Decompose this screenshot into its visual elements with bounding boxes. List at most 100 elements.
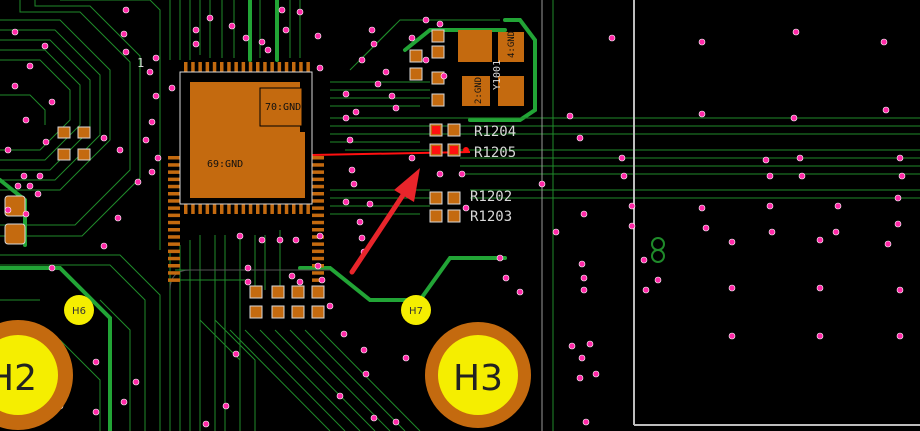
via bbox=[642, 286, 650, 294]
via bbox=[296, 8, 304, 16]
via bbox=[348, 166, 356, 174]
ic-pin bbox=[284, 204, 289, 214]
via bbox=[318, 276, 326, 284]
via bbox=[342, 198, 350, 206]
via bbox=[392, 418, 400, 426]
pcb-layout-canvas[interactable]: 70:GND 69:GND 1 Y1001 4:GND 2:GND R1204 … bbox=[0, 0, 920, 431]
via bbox=[628, 222, 636, 230]
via bbox=[654, 276, 662, 284]
ic-pin bbox=[205, 62, 210, 72]
via bbox=[236, 232, 244, 240]
via bbox=[342, 90, 350, 98]
via bbox=[408, 154, 416, 162]
via bbox=[578, 354, 586, 362]
via bbox=[896, 154, 904, 162]
via bbox=[832, 228, 840, 236]
ic-pin bbox=[198, 62, 202, 72]
via bbox=[766, 172, 774, 180]
via bbox=[816, 284, 824, 292]
via bbox=[768, 228, 776, 236]
ic-pin bbox=[168, 199, 180, 203]
via bbox=[882, 106, 890, 114]
via bbox=[244, 264, 252, 272]
via bbox=[884, 240, 892, 248]
via bbox=[392, 104, 400, 112]
ic-pin bbox=[292, 204, 296, 214]
mount-hole-h3[interactable]: H3 bbox=[425, 322, 531, 428]
via bbox=[762, 156, 770, 164]
crystal-refdes: Y1001 bbox=[492, 60, 503, 90]
via bbox=[296, 278, 304, 286]
ic-pin bbox=[168, 206, 180, 210]
via bbox=[790, 114, 798, 122]
via bbox=[222, 402, 230, 410]
ic-pin bbox=[168, 192, 180, 196]
refdes-r1204: R1204 bbox=[474, 124, 516, 140]
via bbox=[766, 202, 774, 210]
via bbox=[640, 256, 648, 264]
via bbox=[276, 236, 284, 244]
ic-pin bbox=[299, 62, 303, 72]
via bbox=[370, 40, 378, 48]
via bbox=[578, 260, 586, 268]
via bbox=[458, 170, 466, 178]
via bbox=[206, 14, 214, 22]
ic-pin bbox=[312, 156, 324, 160]
via bbox=[388, 92, 396, 100]
via bbox=[356, 218, 364, 226]
via bbox=[11, 82, 19, 90]
hole-h7-label: H7 bbox=[409, 306, 423, 317]
ic-pin bbox=[312, 271, 324, 275]
via bbox=[314, 32, 322, 40]
ic-pin bbox=[248, 62, 253, 72]
via bbox=[366, 200, 374, 208]
via bbox=[592, 370, 600, 378]
via bbox=[370, 414, 378, 422]
ic-pin bbox=[263, 204, 267, 214]
via bbox=[314, 262, 322, 270]
via bbox=[134, 178, 142, 186]
refdes-r1203: R1203 bbox=[470, 209, 512, 225]
ic-pin bbox=[168, 220, 180, 225]
ic-pin bbox=[312, 177, 324, 182]
ic-pin bbox=[168, 163, 180, 167]
ic-pin bbox=[168, 170, 180, 174]
via bbox=[22, 210, 30, 218]
via bbox=[336, 392, 344, 400]
via bbox=[374, 80, 382, 88]
via bbox=[436, 20, 444, 28]
ic-pin bbox=[312, 199, 324, 203]
ic-pin bbox=[306, 62, 310, 72]
via bbox=[566, 112, 574, 120]
via bbox=[258, 236, 266, 244]
via bbox=[798, 172, 806, 180]
ic-pin bbox=[168, 278, 180, 282]
ic-pin bbox=[168, 249, 180, 254]
via bbox=[496, 254, 504, 262]
via bbox=[228, 22, 236, 30]
mount-hole-h6[interactable]: H6 bbox=[64, 295, 94, 325]
via bbox=[538, 180, 546, 188]
ic-pin bbox=[312, 228, 324, 232]
via bbox=[342, 114, 350, 122]
via bbox=[22, 116, 30, 124]
ic-pin bbox=[168, 264, 180, 268]
via bbox=[896, 286, 904, 294]
via bbox=[816, 236, 824, 244]
ic-pin bbox=[212, 62, 217, 72]
via bbox=[14, 182, 22, 190]
ic-pin bbox=[256, 62, 260, 72]
via bbox=[462, 204, 470, 212]
via bbox=[698, 110, 706, 118]
ic-pin bbox=[312, 192, 324, 196]
pad-label-70: 70:GND bbox=[265, 102, 301, 113]
via bbox=[192, 40, 200, 48]
via bbox=[264, 46, 272, 54]
via bbox=[408, 34, 416, 42]
via bbox=[316, 64, 324, 72]
ic-pin bbox=[227, 62, 231, 72]
via bbox=[258, 38, 266, 46]
mount-hole-h7[interactable]: H7 bbox=[401, 295, 431, 325]
via bbox=[148, 168, 156, 176]
ic-pin bbox=[241, 204, 246, 214]
